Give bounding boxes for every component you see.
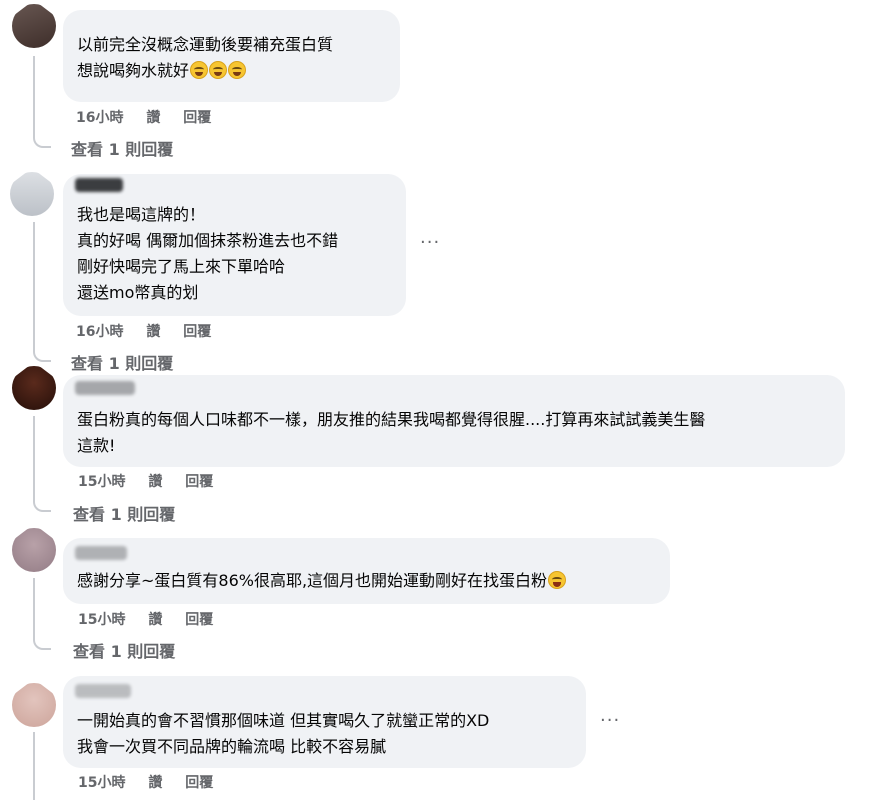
avatar[interactable] bbox=[10, 172, 54, 216]
avatar[interactable] bbox=[12, 366, 56, 410]
thread-connector bbox=[33, 126, 51, 148]
comment-text: 一開始真的會不習慣那個味道 但其實喝久了就蠻正常的XD bbox=[77, 711, 490, 730]
avatar[interactable] bbox=[12, 683, 56, 727]
view-replies-link[interactable]: 查看 1 則回覆 bbox=[73, 501, 175, 525]
comment-actions: 15小時 讚 回覆 bbox=[78, 471, 231, 491]
timestamp[interactable]: 16小時 bbox=[76, 110, 123, 126]
blurred-author-name bbox=[75, 178, 123, 192]
more-options-icon[interactable]: ··· bbox=[600, 710, 620, 731]
timestamp[interactable]: 15小時 bbox=[78, 612, 125, 628]
comment-actions: 16小時 讚 回覆 bbox=[76, 107, 229, 127]
comment-text: 感謝分享~蛋白質有86%很高耶,這個月也開始運動剛好在找蛋白粉 bbox=[77, 571, 548, 590]
reply-button[interactable]: 回覆 bbox=[185, 474, 213, 490]
like-button[interactable]: 讚 bbox=[148, 612, 162, 628]
view-replies-link[interactable]: 查看 1 則回覆 bbox=[71, 136, 173, 160]
thread-line bbox=[33, 732, 35, 800]
comment-text: 這款! bbox=[77, 436, 116, 455]
view-replies-link[interactable]: 查看 1 則回覆 bbox=[73, 638, 175, 662]
comment-text: 剛好快喝完了馬上來下單哈哈 bbox=[77, 257, 286, 276]
comment-bubble: 一開始真的會不習慣那個味道 但其實喝久了就蠻正常的XD 我會一次買不同品牌的輪流… bbox=[63, 676, 586, 768]
thread-line bbox=[33, 222, 35, 342]
comment-text: 以前完全沒概念運動後要補充蛋白質 bbox=[77, 35, 334, 54]
blurred-author-name bbox=[75, 381, 135, 395]
comment-text: 真的好喝 偶爾加個抹茶粉進去也不錯 bbox=[77, 231, 339, 250]
like-button[interactable]: 讚 bbox=[146, 324, 160, 340]
view-replies-link[interactable]: 查看 1 則回覆 bbox=[71, 350, 173, 374]
comment-bubble: 感謝分享~蛋白質有86%很高耶,這個月也開始運動剛好在找蛋白粉 bbox=[63, 538, 670, 604]
thread-connector bbox=[33, 490, 51, 512]
comment-text: 我會一次買不同品牌的輪流喝 比較不容易膩 bbox=[77, 737, 387, 756]
grinning-smile-emoji-icon bbox=[190, 61, 209, 79]
comment-actions: 15小時 讚 回覆 bbox=[78, 772, 231, 792]
comment-bubble: 我也是喝這牌的！ 真的好喝 偶爾加個抹茶粉進去也不錯 剛好快喝完了馬上來下單哈哈… bbox=[63, 174, 406, 316]
comment-text: 蛋白粉真的每個人口味都不一樣，朋友推的結果我喝都覺得很腥....打算再來試試義美… bbox=[77, 410, 706, 429]
grinning-smile-emoji-icon bbox=[209, 61, 228, 79]
thread-connector bbox=[33, 340, 51, 362]
comment-text: 我也是喝這牌的！ bbox=[77, 205, 206, 224]
more-options-icon[interactable]: ··· bbox=[420, 232, 440, 253]
blurred-author-name bbox=[75, 684, 131, 698]
like-button[interactable]: 讚 bbox=[148, 474, 162, 490]
thread-connector bbox=[33, 628, 51, 650]
thread-line bbox=[33, 416, 35, 492]
reply-button[interactable]: 回覆 bbox=[183, 324, 211, 340]
reply-button[interactable]: 回覆 bbox=[185, 775, 213, 791]
timestamp[interactable]: 15小時 bbox=[78, 474, 125, 490]
timestamp[interactable]: 15小時 bbox=[78, 775, 125, 791]
comment-bubble: 蛋白粉真的每個人口味都不一樣，朋友推的結果我喝都覺得很腥....打算再來試試義美… bbox=[63, 375, 845, 467]
like-button[interactable]: 讚 bbox=[146, 110, 160, 126]
like-button[interactable]: 讚 bbox=[148, 775, 162, 791]
avatar[interactable] bbox=[12, 528, 56, 572]
reply-button[interactable]: 回覆 bbox=[183, 110, 211, 126]
reply-button[interactable]: 回覆 bbox=[185, 612, 213, 628]
grinning-smile-emoji-icon bbox=[228, 61, 247, 79]
thread-line bbox=[33, 56, 35, 128]
comment-text: 還送mo幣真的划 bbox=[77, 283, 199, 302]
blurred-author-name bbox=[75, 546, 127, 560]
avatar[interactable] bbox=[12, 4, 56, 48]
comment-actions: 15小時 讚 回覆 bbox=[78, 609, 231, 629]
thread-line bbox=[33, 578, 35, 630]
comment-text: 想說喝夠水就好 bbox=[77, 61, 190, 80]
comment-actions: 16小時 讚 回覆 bbox=[76, 321, 229, 341]
laughing-tears-emoji-icon bbox=[548, 571, 567, 589]
comment-bubble: 以前完全沒概念運動後要補充蛋白質 想說喝夠水就好 bbox=[63, 10, 400, 102]
timestamp[interactable]: 16小時 bbox=[76, 324, 123, 340]
